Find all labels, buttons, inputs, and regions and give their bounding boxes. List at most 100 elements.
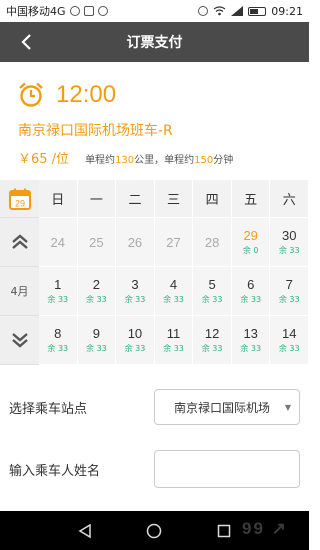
weekday-tue: 二	[116, 180, 155, 218]
passenger-name-input[interactable]	[154, 450, 300, 488]
day-number: 4	[169, 277, 178, 292]
day-number: 12	[204, 326, 220, 341]
status-left: 中国移动4G	[6, 3, 108, 19]
weekday-header: 29 日 一 二 三 四 五 六	[0, 180, 310, 218]
day-cell[interactable]: 9 余 33	[77, 316, 117, 365]
week-row: 4月 1 余 33 2 余 33 3 余 33 4 余 33 5 余 33 6 余 33 7…	[0, 267, 310, 316]
week-row: 8余 33 9余 33 10 余 33 11 余 33 12 余 33 13 余 33 …	[0, 316, 310, 365]
seats-remaining: 余 0	[242, 246, 259, 255]
day-number: 14	[282, 326, 297, 341]
back-button[interactable]	[14, 30, 38, 54]
day-number: 2	[92, 277, 100, 292]
price: ￥65 /位	[18, 152, 70, 167]
day-cell: 28	[193, 218, 232, 267]
clock: 09:21	[271, 4, 303, 18]
alarm-clock-icon	[19, 82, 43, 107]
calendar-icon-day: 29	[14, 198, 24, 208]
name-row: 输入乘车人姓名	[0, 438, 309, 500]
status-right: 09:21	[198, 5, 303, 18]
alarm-icon	[198, 6, 209, 16]
carrier-label: 中国移动4G	[6, 5, 66, 18]
seats-remaining: 余 33	[124, 344, 146, 353]
booking-form: 选择乘车站点 南京禄口国际机场 ▼ 输入乘车人姓名	[0, 376, 309, 500]
next-week-button[interactable]	[0, 316, 39, 365]
day-cell[interactable]: 5 余 33	[193, 267, 232, 316]
weekday-fri: 五	[231, 180, 271, 218]
triangle-back-icon	[78, 523, 91, 538]
day-number: 28	[204, 234, 220, 250]
day-cell[interactable]: 13 余 33	[231, 316, 271, 365]
day-number: 8	[54, 326, 62, 341]
seats-remaining: 余 33	[124, 295, 146, 304]
day-number: 1	[54, 277, 62, 292]
station-label: 选择乘车站点	[9, 401, 88, 417]
day-cell[interactable]: 2 余 33	[77, 267, 117, 316]
day-cell[interactable]: 10 余 33	[116, 316, 155, 365]
day-cell: 24	[39, 218, 78, 267]
weekday-mon: 一	[77, 180, 117, 218]
chevron-left-icon	[21, 34, 31, 50]
prev-week-button[interactable]	[0, 218, 39, 267]
day-cell[interactable]: 7 余 33	[270, 267, 310, 316]
day-cell[interactable]: 4 余 33	[154, 267, 194, 316]
day-number: 6	[247, 277, 255, 292]
day-number: 26	[127, 234, 143, 250]
seats-remaining: 余 33	[47, 295, 69, 304]
day-number: 13	[243, 326, 258, 341]
wifi-icon	[213, 6, 226, 16]
week-row: 24 25 26 27 28 29 余 0 30 余 33	[0, 218, 310, 267]
day-number: 9	[92, 326, 100, 341]
battery-icon	[248, 6, 267, 16]
day-number: 30	[282, 228, 297, 243]
nav-home-button[interactable]	[142, 519, 166, 543]
day-cell[interactable]: 6 余 33	[231, 267, 271, 316]
seats-remaining: 余 33	[163, 295, 184, 304]
route-name: 南京禄口国际机场班车-R	[18, 123, 173, 139]
duration-unit: 分钟	[213, 155, 234, 166]
day-cell[interactable]: 8 余 33	[39, 316, 78, 365]
day-number: 11	[166, 326, 181, 341]
day-number: 7	[285, 277, 293, 292]
seats-remaining: 余 33	[86, 295, 107, 304]
nav-back-button[interactable]	[73, 519, 97, 543]
watermark-logo: 99 ↗	[242, 519, 288, 538]
calendar-icon-cell: 29	[0, 180, 39, 218]
seats-remaining: 余 33	[47, 344, 69, 353]
status-bar: 中国移动4G 09:21	[0, 0, 309, 22]
weekday-thu: 四	[193, 180, 232, 218]
trip-info: 12:00 南京禄口国际机场班车-R ￥65 /位 单程约 130 公里， 单程…	[0, 62, 309, 180]
seats-remaining: 余 33	[278, 344, 300, 353]
day-number: 25	[89, 234, 104, 250]
station-row: 选择乘车站点 南京禄口国际机场 ▼	[0, 376, 309, 438]
seats-remaining: 余 33	[201, 344, 223, 353]
seats-remaining: 余 33	[240, 295, 262, 304]
day-number: 29	[243, 228, 258, 243]
nav-recents-button[interactable]	[212, 519, 236, 543]
chevron-up-double-icon	[11, 234, 28, 249]
distance-prefix: 单程约	[85, 155, 116, 166]
sync-icon	[69, 6, 80, 16]
day-cell[interactable]: 12 余 33	[193, 316, 232, 365]
day-cell[interactable]: 11 余 33	[154, 316, 194, 365]
day-cell[interactable]: 14 余 33	[270, 316, 310, 365]
day-cell[interactable]: 30 余 33	[270, 218, 310, 267]
calendar: 29 日 一 二 三 四 五 六 24 25 26 27 28 29 余 0 30…	[0, 180, 310, 365]
day-cell: 27	[154, 218, 194, 267]
day-cell: 26	[116, 218, 155, 267]
departure-time: 12:00	[56, 81, 117, 108]
station-select[interactable]: 南京禄口国际机场 ▼	[154, 389, 300, 425]
day-cell[interactable]: 3 余 33	[116, 267, 155, 316]
circle-home-icon	[147, 523, 162, 538]
weekday-sat: 六	[270, 180, 310, 218]
distance-unit: 公里，	[134, 155, 165, 166]
day-number: 24	[50, 234, 66, 250]
day-number: 10	[127, 326, 143, 341]
distance-value: 130	[115, 155, 135, 166]
weekday-sun: 日	[39, 180, 78, 218]
calendar-icon: 29	[8, 188, 31, 210]
day-cell-today[interactable]: 29 余 0	[231, 218, 271, 267]
svg-text:99 ↗: 99 ↗	[242, 519, 288, 538]
day-cell[interactable]: 1 余 33	[39, 267, 78, 316]
seats-remaining: 余 33	[278, 295, 300, 304]
seats-remaining: 余 33	[86, 344, 107, 353]
